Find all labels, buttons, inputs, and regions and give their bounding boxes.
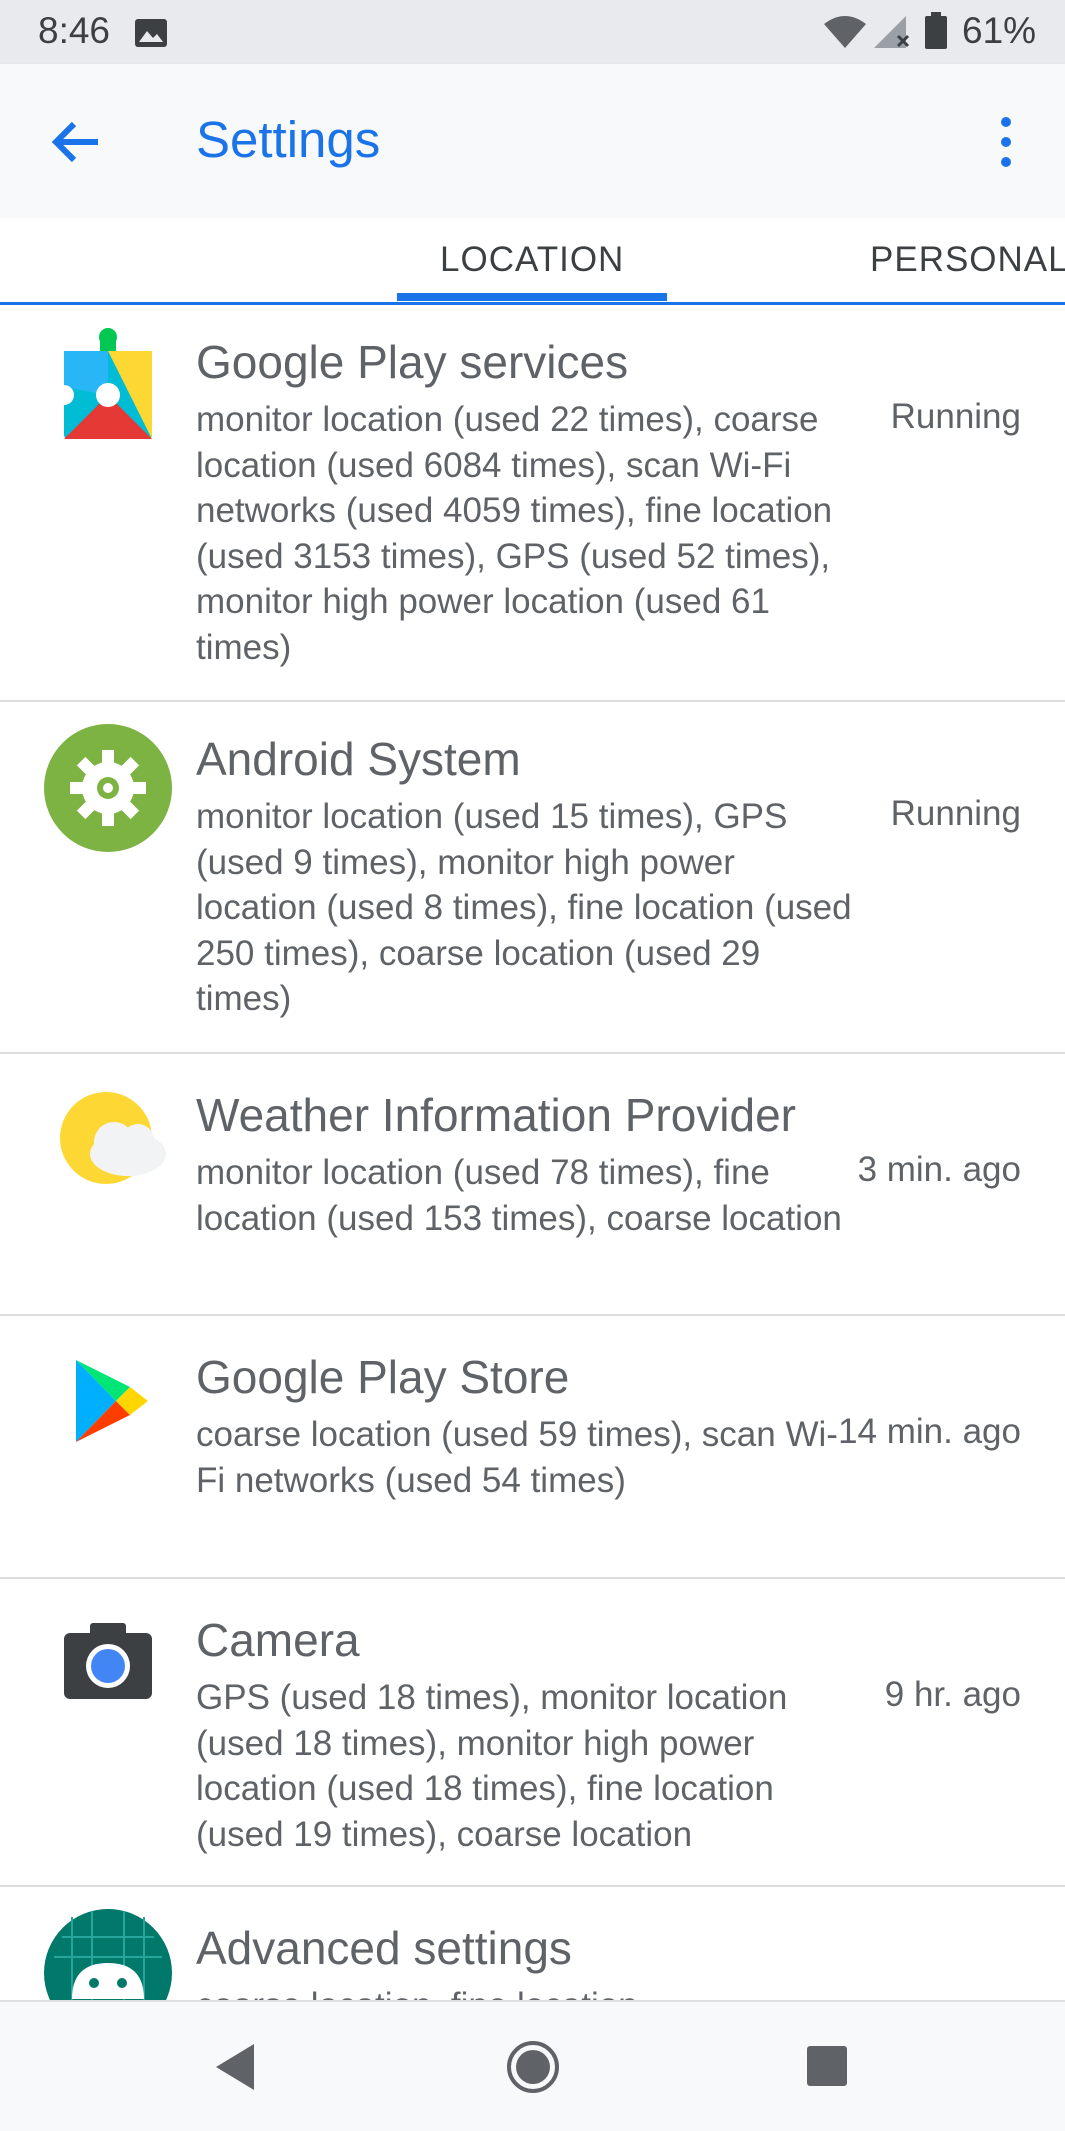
signal-icon — [874, 16, 910, 48]
tab-location[interactable]: LOCATION — [440, 240, 624, 280]
list-item-advanced-settings[interactable]: Advanced settings coarse location, fine … — [0, 1887, 1065, 2000]
app-permissions-summary: monitor location (used 15 times), GPS (u… — [196, 797, 852, 1018]
app-permissions-summary: monitor location (used 78 times), fine l… — [196, 1153, 842, 1238]
android-advanced-icon — [44, 1909, 172, 2000]
battery-percent: 61% — [962, 10, 1037, 51]
app-status: Running — [890, 794, 1021, 833]
tab-indicator — [397, 293, 667, 301]
app-status: 9 hr. ago — [884, 1675, 1021, 1714]
list-item-android-system[interactable]: Android System monitor location (used 15… — [0, 702, 1065, 1054]
app-status: Running — [890, 397, 1021, 436]
weather-icon — [60, 1092, 166, 1184]
app-name: Google Play services — [196, 336, 629, 388]
nav-recents-icon[interactable] — [805, 2044, 849, 2088]
play-store-icon — [76, 1360, 148, 1442]
app-bar: Settings — [0, 64, 1065, 218]
android-system-icon — [44, 724, 172, 852]
status-bar: 8:46 61% — [0, 0, 1065, 64]
app-status: 14 min. ago — [838, 1412, 1021, 1451]
app-name: Android System — [196, 733, 521, 785]
app-name: Google Play Store — [196, 1351, 570, 1403]
wifi-icon — [824, 16, 866, 48]
more-vert-icon[interactable] — [986, 112, 1026, 172]
app-permissions-summary: coarse location (used 59 times), scan Wi… — [196, 1415, 838, 1500]
nav-home-icon[interactable] — [506, 2040, 560, 2094]
tab-personal[interactable]: PERSONAL — [870, 240, 1065, 280]
list-item-weather-information-provider[interactable]: Weather Information Provider monitor loc… — [0, 1054, 1065, 1316]
app-list: Google Play services monitor location (u… — [0, 305, 1065, 2000]
camera-icon — [64, 1623, 152, 1699]
google-play-services-icon — [60, 328, 152, 439]
app-permissions-summary: GPS (used 18 times), monitor location (u… — [196, 1678, 788, 1854]
image-icon — [135, 19, 167, 47]
tab-bar: LOCATION PERSONAL — [0, 218, 1065, 305]
list-item-google-play-store[interactable]: Google Play Store coarse location (used … — [0, 1316, 1065, 1579]
app-name: Advanced settings — [196, 1922, 572, 1974]
list-item-google-play-services[interactable]: Google Play services monitor location (u… — [0, 305, 1065, 702]
page-title: Settings — [196, 111, 381, 168]
status-time: 8:46 — [38, 10, 111, 51]
app-permissions-summary: monitor location (used 22 times), coarse… — [196, 400, 833, 667]
app-name: Camera — [196, 1614, 360, 1666]
arrow-back-icon[interactable] — [44, 110, 108, 174]
app-status: 3 min. ago — [857, 1150, 1021, 1189]
nav-back-icon[interactable] — [210, 2042, 260, 2092]
list-item-camera[interactable]: Camera GPS (used 18 times), monitor loca… — [0, 1579, 1065, 1887]
navigation-bar — [0, 2000, 1065, 2131]
battery-icon — [925, 12, 947, 49]
app-permissions-summary: coarse location, fine location — [196, 1983, 856, 2000]
app-name: Weather Information Provider — [196, 1089, 796, 1141]
